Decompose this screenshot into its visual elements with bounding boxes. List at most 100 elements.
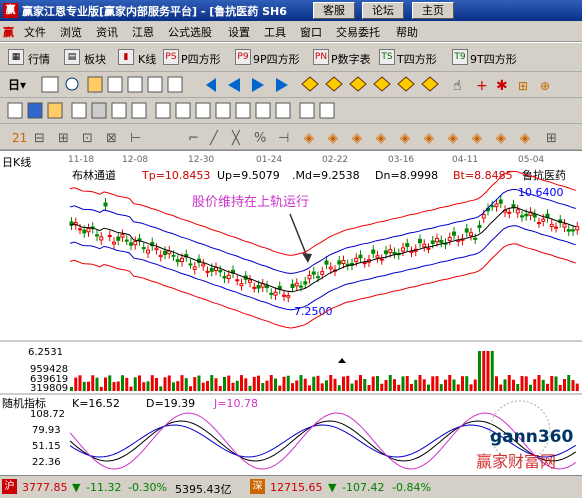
candle-body [175,259,180,263]
candle-body [571,229,575,232]
sh-pct: -0.30% [128,481,167,494]
candle-body [375,255,380,259]
t-square-icon[interactable]: TS [379,49,395,65]
chart-area[interactable]: 日K线 11-18 12-08 12-30 01-24 02-22 03-16 04-11 0… [0,150,582,475]
menu-browse[interactable]: 浏览 [60,24,82,40]
app-menu-icon[interactable]: 赢 [3,24,14,40]
9t-square-icon[interactable]: T9 [452,49,468,65]
9p-square-label[interactable]: 9P四方形 [253,51,300,67]
bt-value: Bt=8.8485 [453,169,513,182]
p-number-label[interactable]: P数字表 [331,51,371,67]
pen-icon [235,102,251,119]
menu-help[interactable]: 帮助 [396,24,418,40]
menu-trade[interactable]: 交易委托 [336,24,380,40]
volume-bar [367,384,371,391]
candle-body [286,295,291,298]
candle-body [201,263,206,267]
candle-body [269,292,274,295]
volume-bar [427,384,430,391]
kdj-axis-2: 79.93 [32,425,61,436]
kline-icon[interactable]: ▮ [118,49,134,65]
title-bar: 赢 赢家江恩专业版[赢家内部服务平台] - [鲁抗医药 SH6 客服 论坛 主页 [0,0,582,21]
info-icon [195,102,211,119]
home-button[interactable]: 主页 [412,2,454,19]
volume-bar [197,375,201,391]
volume-bar [325,380,328,391]
candle-body [537,222,541,225]
sz-index: 12715.65 [270,481,323,494]
candle-body [205,270,210,273]
menu-window[interactable]: 窗口 [300,24,322,40]
volume-bar [274,378,277,391]
p-number-icon[interactable]: PN [313,49,329,65]
volume-bar [516,384,520,391]
gann-tool-20: ◈ [520,131,530,146]
candle-body [515,209,520,214]
volume-bar [116,381,120,391]
p-square-label[interactable]: P四方形 [181,51,221,67]
volume-bar [363,378,367,391]
9t-square-label[interactable]: 9T四方形 [470,51,517,67]
candle-body [477,224,482,228]
volume-bar [554,376,558,391]
volume-bar [524,376,528,391]
volume-bar [87,381,90,391]
menu-formula[interactable]: 公式选股 [168,24,212,40]
volume-bar [478,351,481,391]
volume-bar [201,382,205,391]
volume-bar [461,376,464,391]
candle-body [78,228,82,231]
volume-bar [189,386,192,391]
volume-bar [537,375,541,391]
block-button-label[interactable]: 板块 [84,51,106,67]
vol-label-1: 6.2531 [28,347,63,358]
quote-icon[interactable]: ▦ [8,49,24,65]
menu-info[interactable]: 资讯 [96,24,118,40]
date-tick: 12-30 [188,155,214,165]
annotation-arrow-head [302,253,312,263]
print-icon [47,102,63,119]
page-icon [107,76,123,93]
calc-icon [131,102,147,119]
gann-tool-2: ⊞ [58,131,69,146]
candle-body [192,266,197,270]
up-value: Up=9.5079 [217,169,280,182]
volume-bar [520,376,524,391]
volume-bar [401,376,405,391]
block-icon[interactable]: ▤ [64,49,80,65]
date-tick: 03-16 [388,155,414,165]
volume-bar [346,375,350,391]
volume-bar [405,376,409,391]
menu-gann[interactable]: 江恩 [132,24,154,40]
gann-tool-19: ◈ [496,131,506,146]
note-icon [215,102,231,119]
candle-body [426,247,431,250]
service-button[interactable]: 客服 [313,2,355,19]
menu-tools[interactable]: 工具 [264,24,286,40]
toolbar-drawing: 日▾ ☝ + ✱ ⊞ ⊕ [0,72,582,98]
menu-file[interactable]: 文件 [24,24,46,40]
candle-body [447,236,452,241]
p-square-icon[interactable]: PS [163,49,179,65]
forum-button[interactable]: 论坛 [362,2,404,19]
kline-button-label[interactable]: K线 [138,51,156,67]
candle-body [171,254,176,257]
candle-body [409,250,414,253]
t-square-label[interactable]: T四方形 [397,51,437,67]
drawing-toolbar-icons: 日▾ ☝ + ✱ ⊞ ⊕ [8,76,550,94]
gann-tool-9: % [254,131,266,146]
candle-body [290,283,295,289]
quote-button-label[interactable]: 行情 [28,51,50,67]
volume-bar [231,382,235,391]
candle-body [401,247,405,252]
candle-body [112,241,116,245]
volume-bar [172,382,175,391]
volume-bar [512,379,515,391]
candle-body [103,202,108,207]
volume-bar [218,385,222,391]
gann-tool-4: ⊠ [106,131,117,146]
menu-settings[interactable]: 设置 [228,24,250,40]
9p-square-icon[interactable]: P9 [235,49,251,65]
volume-bar [78,375,82,391]
candle-body [464,228,469,233]
